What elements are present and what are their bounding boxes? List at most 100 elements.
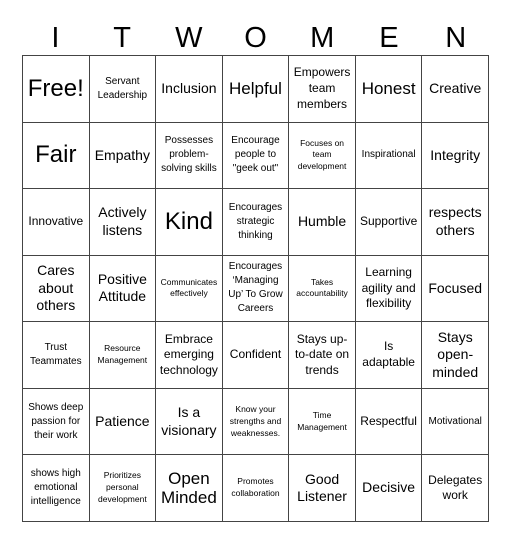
bingo-cell-text: Creative: [429, 80, 482, 97]
bingo-cell-text: shows high emotional intelligence: [30, 468, 81, 508]
bingo-cell-text: Motivational: [428, 415, 482, 427]
bingo-cell-text: Confident: [229, 347, 282, 362]
bingo-cell[interactable]: Patience: [89, 388, 157, 456]
bingo-cell[interactable]: Inclusion: [156, 56, 223, 123]
bingo-cell[interactable]: Inspirational: [355, 122, 423, 190]
bingo-cell[interactable]: Takes accountability: [289, 255, 356, 323]
bingo-cell-text: Takes accountability: [296, 276, 348, 299]
bingo-cell[interactable]: Is adaptable: [355, 322, 423, 389]
bingo-cell[interactable]: Helpful: [222, 56, 290, 123]
bingo-cell-text: Respectful: [360, 413, 417, 428]
bingo-cell[interactable]: Confident: [222, 322, 290, 389]
bingo-cell[interactable]: Decisive: [355, 455, 423, 522]
bingo-cell[interactable]: Open Minded: [156, 455, 223, 522]
bingo-cell-text: Integrity: [430, 146, 481, 163]
title-letter: E: [379, 22, 399, 54]
bingo-cell[interactable]: Learning agility and flexibility: [355, 255, 423, 323]
bingo-cell[interactable]: Motivational: [422, 388, 489, 456]
bingo-cell-text: Is adaptable: [362, 339, 415, 370]
title-letter: W: [175, 22, 203, 54]
bingo-cell[interactable]: respects others: [422, 189, 489, 256]
bingo-cell-text: Trust Teammates: [29, 342, 82, 368]
bingo-cell[interactable]: Know your strengths and weaknesses.: [222, 388, 290, 456]
bingo-cell-text: Innovative: [28, 214, 84, 229]
bingo-cell[interactable]: Positive Attitude: [89, 255, 157, 323]
bingo-cell-text: Stays open-minded: [432, 328, 479, 380]
bingo-title: I T W O M E N: [22, 18, 489, 58]
bingo-cell[interactable]: Encourages ‘Managing Up’ To Grow Careers: [222, 255, 290, 323]
bingo-cell[interactable]: Integrity: [422, 122, 489, 190]
bingo-cell[interactable]: Supportive: [355, 189, 423, 256]
bingo-cell[interactable]: shows high emotional intelligence: [23, 455, 90, 522]
bingo-cell[interactable]: Free!: [23, 56, 90, 123]
bingo-cell-text: Patience: [95, 412, 150, 429]
bingo-cell[interactable]: Is a visionary: [156, 388, 223, 456]
bingo-cell[interactable]: Good Listener: [289, 455, 356, 522]
bingo-cell[interactable]: Creative: [422, 56, 489, 123]
bingo-cell[interactable]: Cares about others: [23, 255, 90, 323]
bingo-cell-text: Encourages strategic thinking: [228, 201, 283, 241]
title-letter: M: [310, 22, 335, 54]
bingo-cell-text: Stays up-to-date on trends: [295, 331, 350, 377]
bingo-cell[interactable]: Trust Teammates: [23, 322, 90, 389]
bingo-cell[interactable]: Embrace emerging technology: [156, 322, 223, 389]
bingo-cell-text: Honest: [361, 79, 416, 98]
bingo-cell[interactable]: Resource Management: [89, 322, 157, 389]
bingo-cell[interactable]: Empathy: [89, 122, 157, 190]
bingo-cell-text: Supportive: [359, 214, 418, 229]
bingo-cell[interactable]: Encourages strategic thinking: [222, 189, 290, 256]
bingo-cell-text: Helpful: [229, 79, 282, 98]
bingo-cell-text: Resource Management: [97, 343, 148, 366]
bingo-cell[interactable]: Stays open-minded: [422, 322, 489, 389]
bingo-cell[interactable]: Respectful: [355, 388, 423, 456]
bingo-cell-text: respects others: [428, 204, 482, 238]
bingo-cell-text: Shows deep passion for their work: [28, 401, 84, 441]
bingo-cell-text: Is a visionary: [161, 404, 217, 438]
bingo-cell[interactable]: Humble: [289, 189, 356, 256]
bingo-cell-text: Humble: [297, 213, 347, 230]
bingo-cell-text: Fair: [35, 141, 77, 169]
bingo-cell[interactable]: Kind: [156, 189, 223, 256]
bingo-cell[interactable]: Communicates effectively: [156, 255, 223, 323]
bingo-cell-text: Learning agility and flexibility: [361, 265, 416, 311]
bingo-cell[interactable]: Prioritizes personal development: [89, 455, 157, 522]
bingo-cell-text: Cares about others: [36, 262, 76, 314]
bingo-cell-text: Open Minded: [161, 468, 217, 508]
bingo-cell-text: Focused: [428, 279, 483, 296]
bingo-cell-text: Free!: [27, 74, 84, 102]
bingo-cell-text: Inclusion: [161, 80, 217, 97]
bingo-cell[interactable]: Shows deep passion for their work: [23, 388, 90, 456]
bingo-cell-text: Actively listens: [98, 204, 147, 238]
bingo-cell-text: Positive Attitude: [97, 270, 147, 305]
bingo-cell[interactable]: Promotes collaboration: [222, 455, 290, 522]
bingo-cell[interactable]: Delegates work: [422, 455, 489, 522]
title-letter: I: [51, 22, 60, 54]
bingo-cell[interactable]: Focuses on team development: [289, 122, 356, 190]
bingo-cell-text: Time Management: [297, 409, 347, 432]
bingo-cell-text: Know your strengths and weaknesses.: [229, 403, 282, 438]
bingo-cell[interactable]: Fair: [23, 122, 90, 190]
bingo-cell[interactable]: Time Management: [289, 388, 356, 456]
bingo-cell-text: Inspirational: [361, 149, 416, 161]
bingo-cell[interactable]: Encourage people to "geek out": [222, 122, 290, 190]
bingo-cell-text: Good Listener: [297, 470, 347, 505]
bingo-cell-text: Decisive: [362, 479, 416, 496]
bingo-cell[interactable]: Honest: [355, 56, 423, 123]
bingo-cell[interactable]: Innovative: [23, 189, 90, 256]
bingo-cell[interactable]: Servant Leadership: [89, 56, 157, 123]
bingo-cell-text: Empathy: [94, 146, 150, 163]
bingo-grid: Free! Servant Leadership Inclusion Helpful E…: [22, 55, 489, 522]
bingo-cell-text: Focuses on team development: [297, 137, 347, 172]
bingo-cell[interactable]: Possesses problem-solving skills: [156, 122, 223, 190]
bingo-cell-text: Encourage people to "geek out": [231, 135, 280, 175]
bingo-cell[interactable]: Actively listens: [89, 189, 157, 256]
bingo-cell-text: Servant Leadership: [97, 75, 148, 101]
title-letter: O: [244, 22, 267, 54]
bingo-cell[interactable]: Focused: [422, 255, 489, 323]
bingo-cell-text: Promotes collaboration: [231, 476, 280, 499]
bingo-cell-text: Embrace emerging technology: [159, 331, 218, 377]
bingo-cell[interactable]: Stays up-to-date on trends: [289, 322, 356, 389]
bingo-cell-text: Delegates work: [428, 472, 483, 503]
bingo-cell[interactable]: Empowers team members: [289, 56, 356, 123]
bingo-cell-text: Kind: [164, 207, 213, 235]
